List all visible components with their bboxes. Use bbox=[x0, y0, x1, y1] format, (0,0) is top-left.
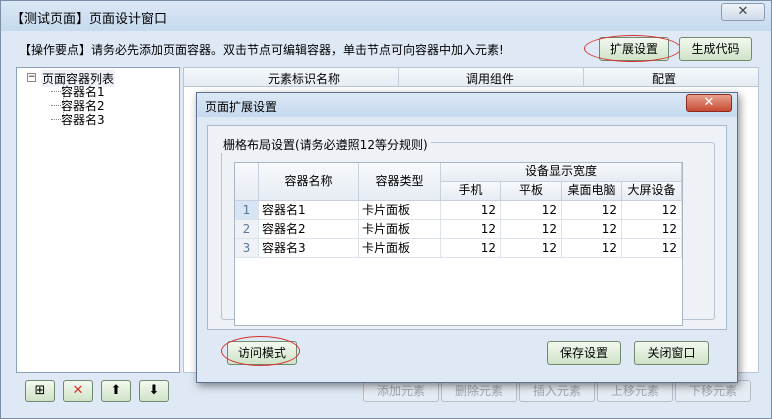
window-title: 【测试页面】页面设计窗口 bbox=[11, 12, 168, 27]
main-titlebar: 【测试页面】页面设计窗口 ✕ bbox=[1, 1, 771, 31]
cell-tablet-width[interactable]: 12 bbox=[501, 220, 562, 239]
cell-large-screen-width[interactable]: 12 bbox=[622, 220, 682, 239]
cell-tablet-width[interactable]: 12 bbox=[501, 201, 562, 220]
cell-container-name[interactable]: 容器名3 bbox=[259, 239, 359, 258]
cell-container-type[interactable]: 卡片面板 bbox=[359, 220, 441, 239]
row-number-header bbox=[235, 163, 259, 201]
header-desktop: 桌面电脑 bbox=[562, 182, 622, 201]
cell-container-name[interactable]: 容器名2 bbox=[259, 220, 359, 239]
grid-layout-table: 容器名称 容器类型 设备显示宽度 手机 平板 桌面电脑 大屏设备 1 容器名1 … bbox=[234, 162, 683, 326]
cell-phone-width[interactable]: 12 bbox=[441, 239, 501, 258]
close-icon[interactable]: ✕ bbox=[721, 3, 765, 21]
cell-container-name[interactable]: 容器名1 bbox=[259, 201, 359, 220]
dialog-titlebar: 页面扩展设置 ✕ bbox=[197, 93, 737, 117]
cell-desktop-width[interactable]: 12 bbox=[562, 201, 622, 220]
container-tree: − 页面容器列表 容器名1 容器名2 容器名3 bbox=[16, 67, 180, 373]
dialog-title: 页面扩展设置 bbox=[205, 100, 278, 114]
delete-element-button[interactable]: 删除元素 bbox=[441, 380, 517, 402]
column-config: 配置 bbox=[652, 72, 677, 86]
cell-desktop-width[interactable]: 12 bbox=[562, 239, 622, 258]
delete-icon[interactable]: ✕ bbox=[63, 380, 93, 402]
move-up-element-button[interactable]: 上移元素 bbox=[597, 380, 673, 402]
expand-settings-button[interactable]: 扩展设置 bbox=[599, 37, 669, 61]
cell-large-screen-width[interactable]: 12 bbox=[622, 239, 682, 258]
cell-tablet-width[interactable]: 12 bbox=[501, 239, 562, 258]
tree-connector bbox=[51, 105, 61, 106]
insert-element-button[interactable]: 插入元素 bbox=[519, 380, 595, 402]
column-separator bbox=[398, 68, 399, 86]
header-tablet: 平板 bbox=[501, 182, 562, 201]
row-number[interactable]: 1 bbox=[235, 201, 259, 220]
header-container-name: 容器名称 bbox=[259, 163, 359, 201]
header-container-type: 容器类型 bbox=[359, 163, 441, 201]
collapse-icon[interactable]: − bbox=[27, 73, 36, 82]
add-node-icon[interactable]: ⊞ bbox=[25, 380, 55, 402]
cell-large-screen-width[interactable]: 12 bbox=[622, 201, 682, 220]
move-down-icon[interactable]: ⬇ bbox=[139, 380, 169, 402]
header-phone: 手机 bbox=[441, 182, 501, 201]
header-device-width: 设备显示宽度 bbox=[441, 163, 682, 182]
generate-code-button[interactable]: 生成代码 bbox=[679, 37, 752, 61]
tree-connector bbox=[51, 91, 61, 92]
column-separator bbox=[583, 68, 584, 86]
tree-item-container-3[interactable]: 容器名3 bbox=[61, 111, 105, 128]
move-up-icon[interactable]: ⬆ bbox=[101, 380, 131, 402]
column-element-id: 元素标识名称 bbox=[268, 72, 341, 86]
row-number[interactable]: 3 bbox=[235, 239, 259, 258]
close-icon[interactable]: ✕ bbox=[686, 94, 732, 112]
header-large-screen: 大屏设备 bbox=[622, 182, 682, 201]
cell-container-type[interactable]: 卡片面板 bbox=[359, 239, 441, 258]
cell-container-type[interactable]: 卡片面板 bbox=[359, 201, 441, 220]
cell-phone-width[interactable]: 12 bbox=[441, 201, 501, 220]
close-window-button[interactable]: 关闭窗口 bbox=[634, 341, 709, 365]
cell-phone-width[interactable]: 12 bbox=[441, 220, 501, 239]
column-component: 调用组件 bbox=[466, 72, 515, 86]
page-extension-dialog: 页面扩展设置 ✕ 栅格布局设置(请务必遵照12等分规则) 容器名称 容器类型 设… bbox=[196, 92, 738, 383]
group-label: 栅格布局设置(请务必遵照12等分规则) bbox=[220, 136, 431, 153]
access-mode-button[interactable]: 访问模式 bbox=[227, 341, 297, 365]
cell-desktop-width[interactable]: 12 bbox=[562, 220, 622, 239]
add-element-button[interactable]: 添加元素 bbox=[363, 380, 439, 402]
tree-connector bbox=[51, 119, 61, 120]
row-number[interactable]: 2 bbox=[235, 220, 259, 239]
operation-tip: 【操作要点】请务必先添加页面容器。双击节点可编辑容器，单击节点可向容器中加入元素… bbox=[19, 43, 504, 57]
save-settings-button[interactable]: 保存设置 bbox=[547, 341, 621, 365]
move-down-element-button[interactable]: 下移元素 bbox=[675, 380, 751, 402]
element-table-header: 元素标识名称 调用组件 配置 bbox=[183, 67, 759, 87]
